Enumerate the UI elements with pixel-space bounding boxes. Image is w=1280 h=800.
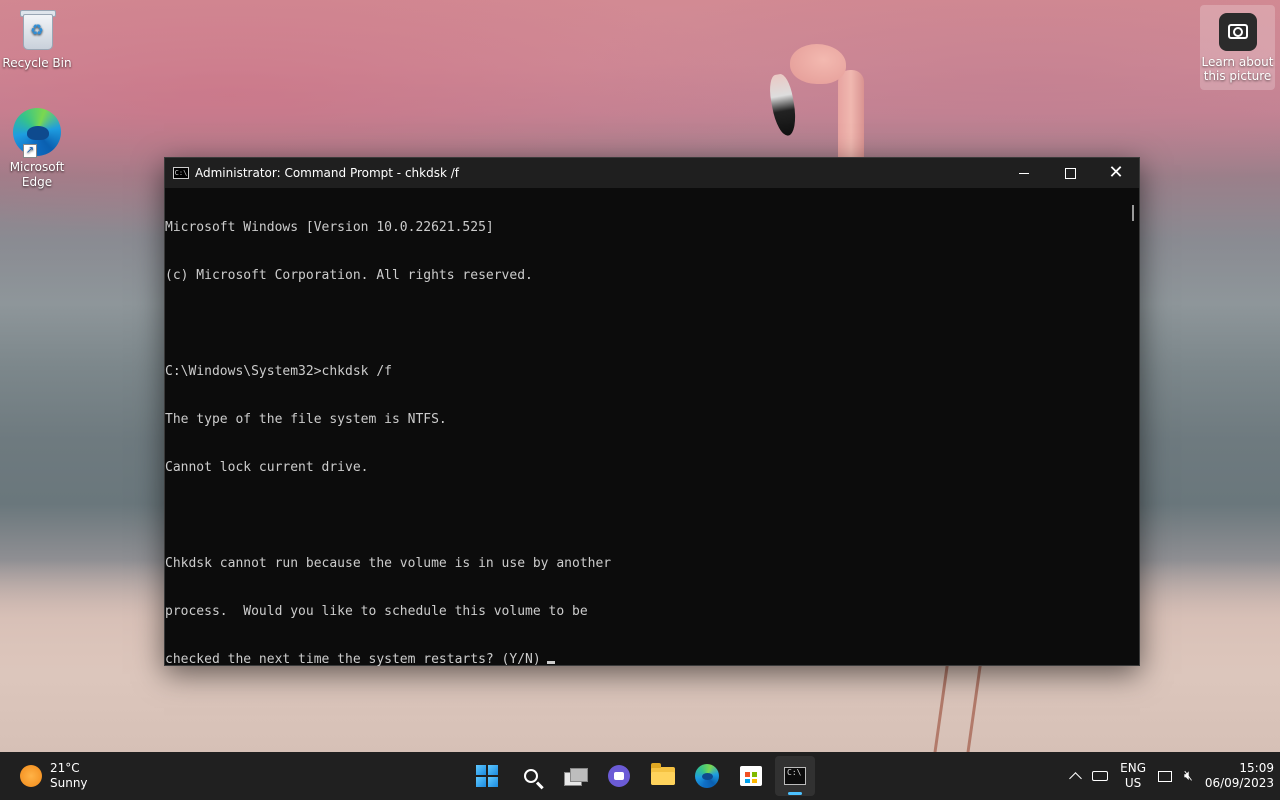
text-cursor: [546, 661, 555, 664]
task-view-icon: [564, 768, 588, 786]
window-title: Administrator: Command Prompt - chkdsk /…: [195, 166, 459, 180]
edge-icon: [695, 764, 719, 788]
scrollbar-thumb[interactable]: [1132, 205, 1134, 221]
weather-widget[interactable]: 21°C Sunny: [20, 761, 88, 791]
minimize-button[interactable]: [1001, 158, 1047, 188]
desktop-icon-recycle-bin[interactable]: ♻ Recycle Bin: [0, 8, 74, 71]
console-line: Chkdsk cannot run because the volume is …: [165, 556, 612, 571]
volume-muted-icon: 🔇︎: [1184, 768, 1193, 784]
file-explorer-icon: [651, 763, 675, 785]
command-prompt-icon: C:\: [784, 767, 806, 785]
maximize-icon: [1064, 167, 1076, 179]
task-view-button[interactable]: [555, 756, 595, 796]
command-prompt-button[interactable]: C:\: [775, 756, 815, 796]
minimize-icon: [1019, 172, 1029, 174]
store-button[interactable]: [731, 756, 771, 796]
learn-about-picture-label: Learn about this picture: [1201, 55, 1274, 83]
recycle-bin-icon: ♻: [15, 8, 59, 52]
clock-date: 06/09/2023: [1204, 776, 1274, 790]
console-output[interactable]: Microsoft Windows [Version 10.0.22621.52…: [165, 188, 1127, 668]
volume-button[interactable]: 🔇︎: [1184, 768, 1193, 784]
network-button[interactable]: [1158, 770, 1172, 782]
taskbar: 21°C Sunny C:\ ENG US 🔇︎ 15:09 06/09/202…: [0, 752, 1280, 800]
maximize-button[interactable]: [1047, 158, 1093, 188]
weather-temp: 21°C: [50, 761, 80, 775]
wallpaper-flamingo-neck: [838, 70, 864, 160]
language-code: ENG: [1120, 761, 1146, 775]
shortcut-arrow-icon: ↗: [23, 144, 37, 158]
desktop-icon-microsoft-edge[interactable]: ↗ Microsoft Edge: [0, 108, 74, 190]
learn-about-picture[interactable]: Learn about this picture: [1200, 5, 1275, 90]
show-hidden-icons-button[interactable]: [1069, 770, 1083, 785]
wallpaper-flamingo-beak: [766, 72, 800, 138]
chat-icon: [608, 765, 630, 787]
edge-icon: ↗: [13, 108, 61, 158]
clock-time: 15:09: [1239, 761, 1274, 775]
command-prompt-window[interactable]: C:\ Administrator: Command Prompt - chkd…: [164, 157, 1140, 668]
search-icon: [524, 769, 538, 783]
clock-button[interactable]: 15:09 06/09/2023: [1205, 761, 1274, 791]
desktop-icon-label: Recycle Bin: [2, 56, 72, 70]
desktop-icon-label: Microsoft Edge: [9, 160, 65, 189]
console-prompt-line[interactable]: checked the next time the system restart…: [165, 652, 1127, 668]
input-language-button[interactable]: ENG US: [1120, 761, 1146, 791]
close-button[interactable]: ✕: [1093, 158, 1139, 188]
store-icon: [740, 766, 762, 786]
start-button[interactable]: [467, 756, 507, 796]
touch-keyboard-button[interactable]: [1092, 771, 1109, 781]
search-button[interactable]: [511, 756, 551, 796]
taskbar-apps: C:\: [465, 756, 817, 796]
sun-icon: [20, 765, 42, 787]
edge-button[interactable]: [687, 756, 727, 796]
chat-button[interactable]: [599, 756, 639, 796]
console-line: (c) Microsoft Corporation. All rights re…: [165, 268, 533, 283]
network-icon: [1158, 770, 1172, 782]
vertical-scrollbar[interactable]: [1127, 188, 1139, 665]
camera-icon: [1218, 13, 1257, 51]
console-prompt-text: checked the next time the system restart…: [165, 652, 541, 667]
start-icon: [476, 765, 498, 787]
console-line: C:\Windows\System32>chkdsk /f: [165, 364, 392, 379]
window-titlebar[interactable]: C:\ Administrator: Command Prompt - chkd…: [165, 158, 1139, 188]
console-line: Cannot lock current drive.: [165, 460, 369, 475]
console-line: The type of the file system is NTFS.: [165, 412, 447, 427]
file-explorer-button[interactable]: [643, 756, 683, 796]
wallpaper-flamingo-head: [790, 44, 846, 84]
chevron-up-icon: [1069, 771, 1083, 785]
region-code: US: [1124, 776, 1142, 790]
command-prompt-icon: C:\: [173, 167, 189, 179]
keyboard-icon: [1092, 771, 1109, 781]
close-icon: ✕: [1108, 162, 1124, 183]
console-line: process. Would you like to schedule this…: [165, 604, 588, 619]
console-line: Microsoft Windows [Version 10.0.22621.52…: [165, 220, 494, 235]
weather-condition: Sunny: [50, 776, 88, 790]
system-tray: ENG US 🔇︎ 15:09 06/09/2023: [1065, 752, 1280, 800]
